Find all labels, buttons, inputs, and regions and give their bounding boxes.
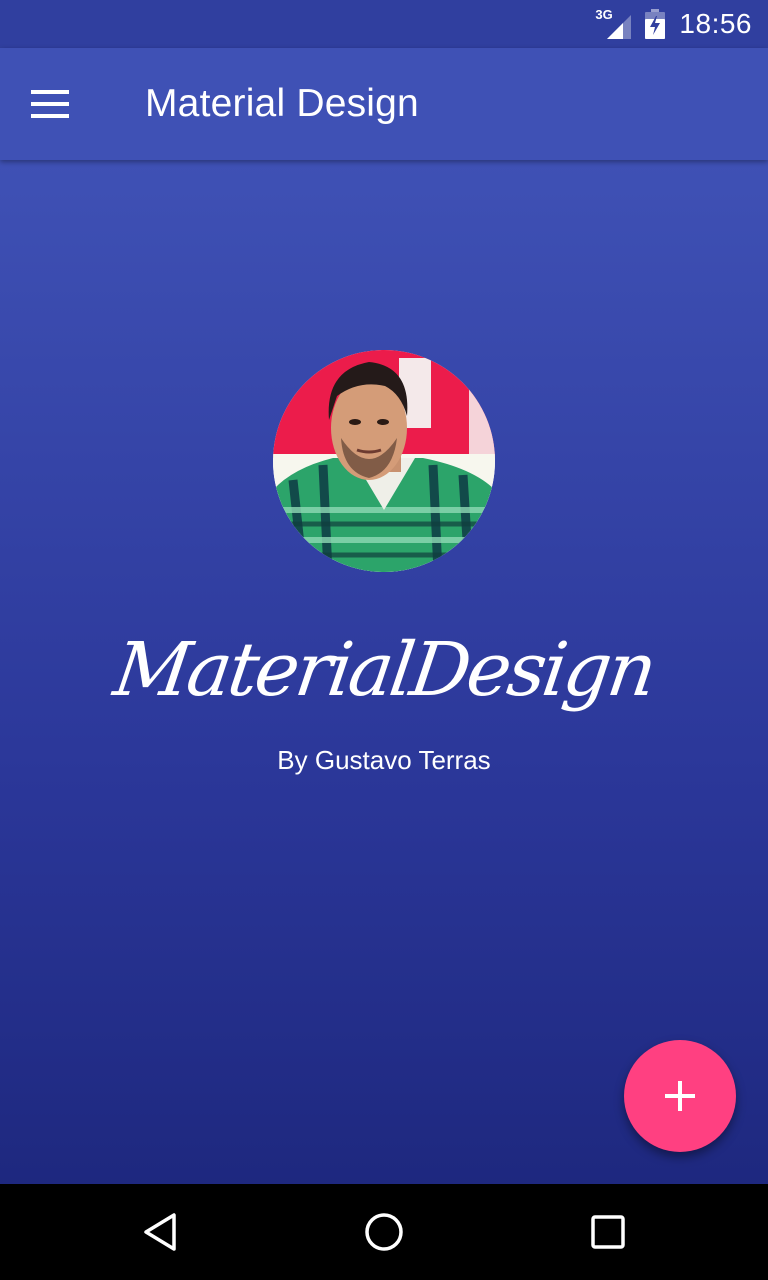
app-title: Material Design — [145, 82, 419, 125]
back-icon — [144, 1213, 176, 1251]
status-icons: 3G 18:56 — [595, 0, 752, 48]
add-fab-button[interactable] — [624, 1040, 736, 1152]
signal-icon — [607, 15, 632, 39]
home-icon — [365, 1213, 403, 1251]
home-button[interactable] — [360, 1208, 408, 1256]
status-bar: 3G 18:56 — [0, 0, 768, 48]
app-bar: Material Design — [0, 48, 768, 160]
signal-indicator: 3G — [595, 8, 632, 39]
status-clock: 18:56 — [679, 8, 752, 39]
system-nav-bar — [0, 1184, 768, 1280]
script-title: MaterialDesign — [108, 627, 660, 713]
back-button[interactable] — [136, 1208, 184, 1256]
recents-icon — [591, 1215, 625, 1249]
hamburger-menu-icon — [31, 90, 69, 118]
profile-avatar — [273, 350, 495, 572]
profile-photo — [273, 350, 495, 572]
main-content: MaterialDesign By Gustavo Terras — [0, 160, 768, 1184]
battery-charging-icon — [645, 9, 666, 39]
plus-icon — [665, 1081, 695, 1111]
recents-button[interactable] — [584, 1208, 632, 1256]
author-byline: By Gustavo Terras — [277, 745, 491, 775]
menu-button[interactable] — [22, 76, 78, 132]
